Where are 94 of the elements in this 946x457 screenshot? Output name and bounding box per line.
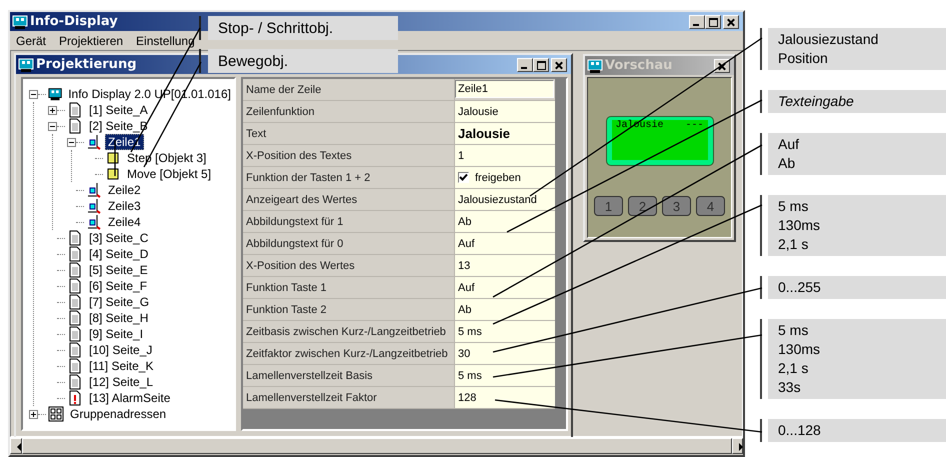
page-icon bbox=[67, 278, 83, 294]
scroll-left-button[interactable] bbox=[10, 438, 22, 454]
tree-item[interactable]: Zeile4 bbox=[105, 214, 144, 230]
name-field[interactable]: Zeile1 bbox=[455, 80, 554, 98]
page-icon bbox=[67, 294, 83, 310]
page-icon bbox=[67, 230, 83, 246]
collapse-icon[interactable] bbox=[67, 138, 76, 146]
maximize-button[interactable] bbox=[705, 14, 721, 28]
tree-item[interactable]: [13] AlarmSeite bbox=[86, 390, 174, 406]
callout-text: 2,1 s bbox=[778, 235, 810, 254]
property-value[interactable]: Ab bbox=[455, 211, 555, 232]
window-title: Projektierung bbox=[36, 57, 137, 72]
callout-text: 5 ms bbox=[778, 321, 810, 340]
property-value[interactable]: 128 bbox=[455, 387, 555, 408]
leader-line bbox=[114, 140, 116, 176]
page-icon bbox=[67, 310, 83, 326]
property-value[interactable]: Auf bbox=[455, 277, 555, 298]
callout-text: Position bbox=[778, 49, 829, 68]
minimize-button[interactable] bbox=[689, 14, 705, 28]
warning-page-icon bbox=[67, 390, 83, 406]
property-value[interactable]: 30 bbox=[455, 343, 555, 364]
expand-icon[interactable] bbox=[48, 106, 57, 114]
collapse-icon[interactable] bbox=[48, 122, 57, 130]
pen-icon bbox=[86, 214, 102, 230]
pen-icon bbox=[86, 198, 102, 214]
page-icon bbox=[67, 246, 83, 262]
tree-item[interactable]: Zeile3 bbox=[105, 198, 144, 214]
lcd-value: --- bbox=[685, 120, 704, 131]
callout-text: 0...128 bbox=[778, 421, 822, 440]
tree-item[interactable]: [1] Seite_A bbox=[86, 102, 151, 118]
close-button[interactable] bbox=[723, 14, 739, 28]
property-value[interactable]: Jalousiezustand bbox=[455, 189, 555, 210]
monitor-icon bbox=[587, 58, 603, 74]
checkbox-label: freigeben bbox=[475, 172, 521, 184]
maximize-button[interactable] bbox=[533, 58, 549, 72]
tree-item[interactable]: [10] Seite_J bbox=[86, 342, 156, 358]
property-value[interactable]: Jalousie bbox=[455, 101, 555, 122]
property-value[interactable]: Jalousie bbox=[455, 123, 555, 144]
tree-item[interactable]: [6] Seite_F bbox=[86, 278, 150, 294]
minimize-button[interactable] bbox=[517, 58, 533, 72]
callout-text: 2,1 s bbox=[778, 359, 810, 378]
page-icon bbox=[67, 358, 83, 374]
tree-item[interactable]: [11] Seite_K bbox=[86, 358, 156, 374]
callout-text: Jalousiezustand bbox=[778, 30, 880, 49]
page-icon bbox=[67, 102, 83, 118]
pen-icon bbox=[86, 134, 102, 150]
tree-item[interactable]: Zeile2 bbox=[105, 182, 144, 198]
tree-item[interactable]: [7] Seite_G bbox=[86, 294, 152, 310]
tree-item[interactable]: Move [Objekt 5] bbox=[124, 166, 214, 182]
callout-text: Texteingabe bbox=[778, 92, 855, 111]
page-icon bbox=[67, 342, 83, 358]
close-button[interactable] bbox=[551, 58, 567, 72]
menu-item[interactable]: Gerät bbox=[16, 34, 46, 48]
pen-icon bbox=[86, 182, 102, 198]
property-value[interactable]: 1 bbox=[455, 145, 555, 166]
callout-text: 5 ms bbox=[778, 197, 810, 216]
tree-item[interactable]: [9] Seite_I bbox=[86, 326, 146, 342]
window-title: Vorschau bbox=[605, 58, 672, 73]
window-title: Info-Display bbox=[30, 14, 118, 29]
grid-icon bbox=[48, 406, 64, 422]
monitor-icon bbox=[48, 86, 62, 102]
monitor-icon bbox=[12, 14, 28, 30]
callout-box: Bewegobj. bbox=[208, 49, 398, 73]
callout-text: 130ms bbox=[778, 216, 822, 235]
callout-text: 0...255 bbox=[778, 278, 822, 297]
property-value[interactable]: 5 ms bbox=[455, 365, 555, 386]
checkbox[interactable] bbox=[458, 172, 469, 183]
tree-item[interactable]: [4] Seite_D bbox=[86, 246, 152, 262]
callout-text: 33s bbox=[778, 378, 802, 397]
page-icon bbox=[67, 118, 83, 134]
tree-item[interactable]: [12] Seite_L bbox=[86, 374, 156, 390]
tree-item[interactable]: [3] Seite_C bbox=[86, 230, 152, 246]
square-icon bbox=[105, 150, 121, 166]
tree-item[interactable]: [5] Seite_E bbox=[86, 262, 151, 278]
property-value[interactable]: Ab bbox=[455, 299, 555, 320]
callout-text: 130ms bbox=[778, 340, 822, 359]
tree-item[interactable]: Zeile1 bbox=[105, 134, 144, 150]
callout-box: Stop- / Schrittobj. bbox=[208, 16, 398, 40]
scroll-right-button[interactable] bbox=[732, 438, 743, 454]
page-icon bbox=[67, 326, 83, 342]
collapse-icon[interactable] bbox=[29, 90, 38, 98]
page-icon bbox=[67, 374, 83, 390]
callout-text: Auf bbox=[778, 135, 800, 154]
property-value[interactable]: 13 bbox=[455, 255, 555, 276]
callout-text: Ab bbox=[778, 154, 796, 173]
property-value[interactable]: 5 ms bbox=[455, 321, 555, 342]
monitor-icon bbox=[18, 56, 34, 72]
page-icon bbox=[67, 262, 83, 278]
menu-item[interactable]: Projektieren bbox=[59, 34, 124, 48]
tree-item[interactable]: [8] Seite_H bbox=[86, 310, 152, 326]
property-value[interactable]: Auf bbox=[455, 233, 555, 254]
square-icon bbox=[105, 166, 121, 182]
tree-item[interactable]: Gruppenadressen bbox=[67, 406, 170, 422]
expand-icon[interactable] bbox=[29, 410, 38, 418]
